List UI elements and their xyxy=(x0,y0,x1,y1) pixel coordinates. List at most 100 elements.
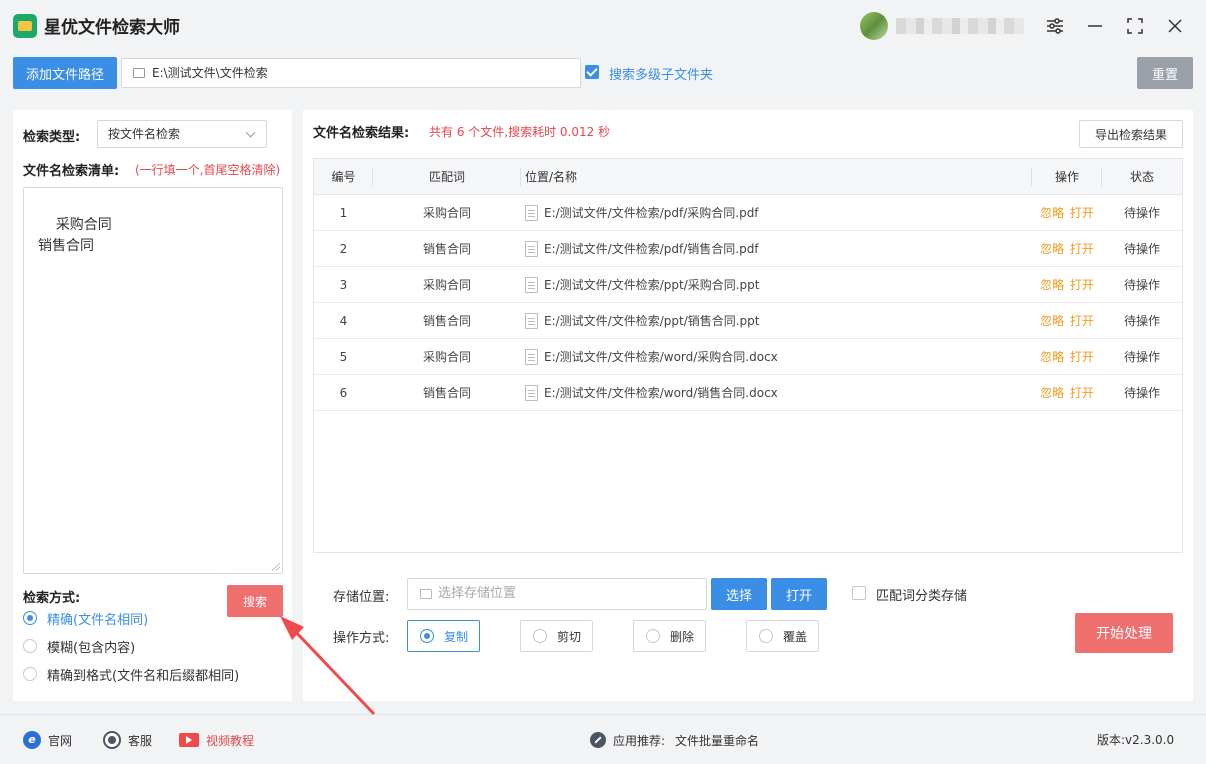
results-table: 编号 匹配词 位置/名称 操作 状态 1 采购合同 E:/测试文件/文件检索/pdf… xyxy=(313,158,1183,553)
choose-location-button[interactable]: 选择 xyxy=(711,578,767,610)
version-label: 版本:v2.3.0.0 xyxy=(1097,733,1175,747)
settings-icon[interactable] xyxy=(1043,14,1067,38)
row-actions: 忽略 打开 xyxy=(1032,375,1102,410)
results-title: 文件名检索结果: xyxy=(313,126,410,141)
user-avatar[interactable] xyxy=(860,12,888,40)
export-results-button[interactable]: 导出检索结果 xyxy=(1079,120,1183,148)
row-number: 4 xyxy=(339,314,348,328)
search-type-label: 检索类型: xyxy=(23,130,81,145)
row-path: E:/测试文件/文件检索/word/采购合同.docx xyxy=(521,339,1032,374)
open-location-button[interactable]: 打开 xyxy=(771,578,827,610)
ignore-link[interactable]: 忽略 xyxy=(1040,206,1064,220)
search-button[interactable]: 搜索 xyxy=(227,585,283,617)
status-bar: e 官网 客服 视频教程 应用推荐: 文件批量重命名 版本:v2.3.0.0 xyxy=(0,714,1206,764)
search-subfolders-checkbox[interactable] xyxy=(585,65,599,79)
open-link[interactable]: 打开 xyxy=(1070,278,1094,292)
support-link[interactable]: 客服 xyxy=(103,731,152,749)
radio-icon[interactable] xyxy=(646,629,660,643)
open-link[interactable]: 打开 xyxy=(1070,350,1094,364)
row-match: 销售合同 xyxy=(422,242,471,256)
op-copy-option[interactable]: 复制 xyxy=(407,620,480,652)
ignore-link[interactable]: 忽略 xyxy=(1040,242,1064,256)
reset-button[interactable]: 重置 xyxy=(1137,57,1193,89)
table-row[interactable]: 6 销售合同 E:/测试文件/文件检索/word/销售合同.docx 忽略 打开 待操作 xyxy=(314,375,1182,411)
support-icon xyxy=(103,731,121,749)
row-path: E:/测试文件/文件检索/pdf/销售合同.pdf xyxy=(521,231,1032,266)
row-path-text: E:/测试文件/文件检索/pdf/销售合同.pdf xyxy=(544,242,759,256)
row-actions: 忽略 打开 xyxy=(1032,303,1102,338)
storage-input[interactable]: 选择存储位置 xyxy=(407,578,707,610)
mode-fuzzy-option[interactable]: 模糊(包含内容) xyxy=(23,636,135,656)
row-number: 5 xyxy=(339,350,348,364)
ignore-link[interactable]: 忽略 xyxy=(1040,314,1064,328)
row-match: 采购合同 xyxy=(422,206,471,220)
minimize-icon[interactable] xyxy=(1083,14,1107,38)
start-processing-button[interactable]: 开始处理 xyxy=(1075,613,1173,653)
classify-checkbox[interactable] xyxy=(852,586,866,600)
search-mode-label: 检索方式: xyxy=(23,591,81,606)
open-link[interactable]: 打开 xyxy=(1070,206,1094,220)
mode-exact-ext-option[interactable]: 精确到格式(文件名和后缀都相同) xyxy=(23,664,239,684)
maximize-icon[interactable] xyxy=(1123,14,1147,38)
classify-label[interactable]: 匹配词分类存储 xyxy=(876,585,967,604)
radio-icon[interactable] xyxy=(23,639,37,653)
radio-icon[interactable] xyxy=(533,629,547,643)
row-number: 1 xyxy=(339,206,348,220)
radio-icon[interactable] xyxy=(420,629,434,643)
row-actions: 忽略 打开 xyxy=(1032,267,1102,302)
ignore-link[interactable]: 忽略 xyxy=(1040,386,1064,400)
add-path-button[interactable]: 添加文件路径 xyxy=(13,57,117,89)
row-actions: 忽略 打开 xyxy=(1032,231,1102,266)
website-label: 官网 xyxy=(48,733,73,748)
op-delete-option[interactable]: 删除 xyxy=(633,620,706,652)
open-link[interactable]: 打开 xyxy=(1070,386,1094,400)
radio-icon[interactable] xyxy=(759,629,773,643)
row-path: E:/测试文件/文件检索/pdf/采购合同.pdf xyxy=(521,195,1032,230)
ignore-link[interactable]: 忽略 xyxy=(1040,278,1064,292)
video-tutorial-link[interactable]: 视频教程 xyxy=(179,731,254,749)
document-icon xyxy=(525,313,538,329)
table-row[interactable]: 3 采购合同 E:/测试文件/文件检索/ppt/采购合同.ppt 忽略 打开 待操作 xyxy=(314,267,1182,303)
row-match: 销售合同 xyxy=(422,386,471,400)
recommend-prefix: 应用推荐: xyxy=(613,733,666,748)
toolbar: 添加文件路径 E:\测试文件\文件检索 搜索多级子文件夹 重置 xyxy=(0,50,1206,96)
op-cut-option[interactable]: 剪切 xyxy=(520,620,593,652)
row-path-text: E:/测试文件/文件检索/ppt/销售合同.ppt xyxy=(544,314,760,328)
row-path-text: E:/测试文件/文件检索/word/采购合同.docx xyxy=(544,350,778,364)
row-match: 采购合同 xyxy=(422,350,471,364)
keyword-textarea[interactable]: 采购合同 销售合同 xyxy=(23,187,283,574)
mode-exact-option[interactable]: 精确(文件名相同) xyxy=(23,608,148,628)
website-link[interactable]: e 官网 xyxy=(23,731,72,749)
search-type-select[interactable]: 按文件名检索 xyxy=(97,120,267,148)
radio-icon[interactable] xyxy=(23,667,37,681)
mode-label: 模糊(包含内容) xyxy=(47,640,136,656)
recommend-link[interactable]: 应用推荐: 文件批量重命名 xyxy=(590,731,759,749)
folder-icon xyxy=(133,68,145,78)
row-path: E:/测试文件/文件检索/word/销售合同.docx xyxy=(521,375,1032,410)
document-icon xyxy=(525,349,538,365)
path-input[interactable]: E:\测试文件\文件检索 xyxy=(121,58,581,88)
open-link[interactable]: 打开 xyxy=(1070,242,1094,256)
search-subfolders-label[interactable]: 搜索多级子文件夹 xyxy=(609,64,713,83)
op-label: 剪切 xyxy=(557,629,582,644)
table-row[interactable]: 5 采购合同 E:/测试文件/文件检索/word/采购合同.docx 忽略 打开 待操作 xyxy=(314,339,1182,375)
radio-icon[interactable] xyxy=(23,611,37,625)
app-title: 星优文件检索大师 xyxy=(44,18,180,38)
table-row[interactable]: 1 采购合同 E:/测试文件/文件检索/pdf/采购合同.pdf 忽略 打开 待操作 xyxy=(314,195,1182,231)
table-row[interactable]: 2 销售合同 E:/测试文件/文件检索/pdf/销售合同.pdf 忽略 打开 待操作 xyxy=(314,231,1182,267)
table-row[interactable]: 4 销售合同 E:/测试文件/文件检索/ppt/销售合同.ppt 忽略 打开 待操作 xyxy=(314,303,1182,339)
storage-label: 存储位置: xyxy=(333,590,390,605)
recommend-app[interactable]: 文件批量重命名 xyxy=(675,732,759,749)
resize-grip-icon[interactable] xyxy=(272,563,280,571)
op-overwrite-option[interactable]: 覆盖 xyxy=(746,620,819,652)
ignore-link[interactable]: 忽略 xyxy=(1040,350,1064,364)
row-number: 6 xyxy=(339,386,348,400)
video-icon xyxy=(179,733,199,747)
row-path-text: E:/测试文件/文件检索/word/销售合同.docx xyxy=(544,386,778,400)
document-icon xyxy=(525,277,538,293)
close-icon[interactable] xyxy=(1163,14,1187,38)
row-status: 待操作 xyxy=(1123,206,1160,220)
row-status: 待操作 xyxy=(1123,242,1160,256)
document-icon xyxy=(525,205,538,221)
open-link[interactable]: 打开 xyxy=(1070,314,1094,328)
